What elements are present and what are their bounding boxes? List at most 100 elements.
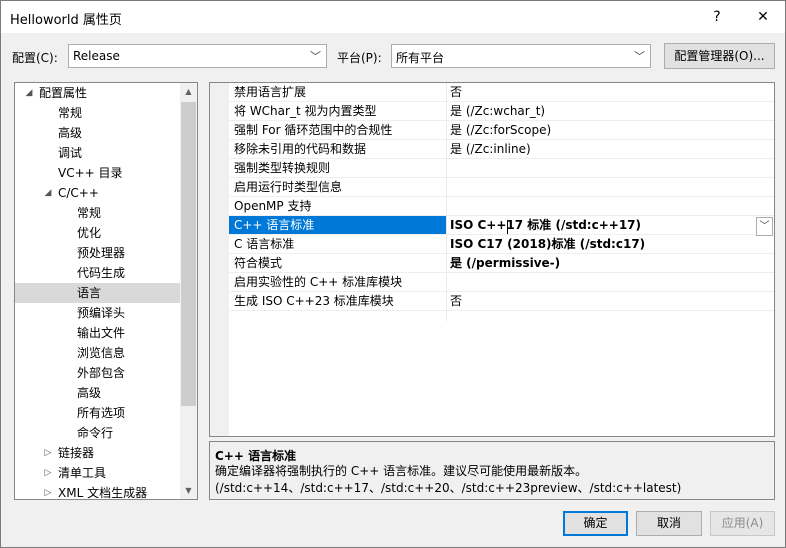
platform-select[interactable]: 所有平台 ﹀ [391,44,651,68]
collapse-arrow-icon[interactable]: ◢ [42,183,54,203]
description-body: 确定编译器将强制执行的 C++ 语言标准。建议尽可能使用最新版本。(/std:c… [215,464,682,495]
property-row[interactable]: 符合模式 是 (/permissive-) [210,254,774,273]
property-value[interactable]: 是 (/Zc:wchar_t) [450,102,545,121]
tree-item-label: 命令行 [77,426,114,440]
tree-item[interactable]: 常规 [15,103,181,123]
tree-item[interactable]: 输出文件 [15,323,181,343]
ok-button[interactable]: 确定 [563,511,628,536]
properties-dialog: Helloworld 属性页 ? ✕ 配置(C): Release ﹀ 平台(P… [0,0,786,548]
tree-item[interactable]: ▷ 清单工具 [15,463,181,483]
property-row[interactable]: 将 WChar_t 视为内置类型 是 (/Zc:wchar_t) [210,102,774,121]
property-value[interactable]: 是 (/Zc:forScope) [450,121,551,140]
tree-item[interactable]: 预编译头 [15,303,181,323]
tree-item-label: C/C++ [58,186,99,200]
property-row[interactable]: 移除未引用的代码和数据 是 (/Zc:inline) [210,140,774,159]
property-row[interactable]: 启用实验性的 C++ 标准库模块 [210,273,774,292]
tree-item[interactable]: 语言 [15,283,181,303]
tree-item[interactable]: 命令行 [15,423,181,443]
tree-item[interactable]: ▷ 链接器 [15,443,181,463]
tree-item-label: 配置属性 [39,86,88,100]
scroll-thumb[interactable] [181,102,196,406]
property-row[interactable]: 生成 ISO C++23 标准库模块 否 [210,292,774,311]
tree-item[interactable]: 高级 [15,123,181,143]
tree-item[interactable]: 外部包含 [15,363,181,383]
config-select[interactable]: Release ﹀ [68,44,327,68]
property-value[interactable]: 是 (/permissive-) [450,254,560,273]
property-tree: ◢ 配置属性 常规 高级 调试 VC++ 目录 ◢ C/C++ 常规 优化 预处理器 代码生成 语言 预编… [14,82,198,500]
property-value[interactable]: 否 [450,292,462,311]
config-manager-button[interactable]: 配置管理器(O)... [664,43,775,69]
collapse-arrow-icon[interactable]: ◢ [23,83,35,103]
property-row[interactable]: C 语言标准 ISO C17 (2018)标准 (/std:c17) [210,235,774,254]
tree-item-label: 语言 [77,286,102,300]
config-select-value: Release [73,49,120,63]
platform-label: 平台(P): [337,51,382,65]
tree-item[interactable]: 预处理器 [15,243,181,263]
property-name: C++ 语言标准 [234,218,315,232]
property-name: 移除未引用的代码和数据 [234,142,367,156]
property-row[interactable]: OpenMP 支持 [210,197,774,216]
chevron-down-icon: ﹀ [310,50,321,63]
description-panel: C++ 语言标准 确定编译器将强制执行的 C++ 语言标准。建议尽可能使用最新版… [209,441,775,500]
property-name: 强制 For 循环范围中的合规性 [234,123,393,137]
scroll-up-icon[interactable]: ▲ [180,83,197,100]
tree-item[interactable]: ◢ 配置属性 [15,83,181,103]
apply-button[interactable]: 应用(A) [710,511,775,536]
tree-item-label: 常规 [58,106,83,120]
tree-item-label: 链接器 [58,446,95,460]
property-value[interactable]: ISO C++17 标准 (/std:c++17) [450,216,641,235]
expand-arrow-icon[interactable]: ▷ [42,443,54,463]
property-grid: 禁用语言扩展否将 WChar_t 视为内置类型是 (/Zc:wchar_t) 强制… [209,82,775,437]
tree-item[interactable]: 高级 [15,383,181,403]
tree-item[interactable]: 调试 [15,143,181,163]
tree-item-label: 预处理器 [77,246,126,260]
expand-arrow-icon[interactable]: ▷ [42,483,54,499]
property-name: OpenMP 支持 [234,199,312,213]
property-name: C 语言标准 [234,237,295,251]
tree-item[interactable]: 代码生成 [15,263,181,283]
tree-item[interactable]: ▷ XML 文档生成器 [15,483,181,500]
tree-item-label: 优化 [77,226,102,240]
property-row[interactable]: 启用运行时类型信息 [210,178,774,197]
scroll-down-icon[interactable]: ▼ [180,482,197,499]
chevron-down-icon[interactable]: ﹀ [756,217,773,236]
title-bar: Helloworld 属性页 ? ✕ [1,1,785,33]
tree-item-label: 常规 [77,206,102,220]
tree-item-label: 调试 [58,146,83,160]
property-name: 禁用语言扩展 [234,85,307,99]
property-name: 启用实验性的 C++ 标准库模块 [234,275,403,289]
property-row[interactable]: 强制 For 循环范围中的合规性 是 (/Zc:forScope) [210,121,774,140]
tree-item-label: XML 文档生成器 [58,486,148,500]
property-value[interactable]: 否 [450,83,462,102]
tree-item[interactable]: 所有选项 [15,403,181,423]
tree-item-label: 高级 [58,126,83,140]
window-title: Helloworld 属性页 [10,13,122,28]
tree-item-label: 所有选项 [77,406,126,420]
text-cursor [507,220,508,234]
property-name: 符合模式 [234,256,283,270]
config-label: 配置(C): [12,51,58,65]
tree-item-label: 高级 [77,386,102,400]
tree-scrollbar[interactable]: ▲ ▼ [180,83,197,499]
tree-item[interactable]: VC++ 目录 [15,163,181,183]
tree-item-label: VC++ 目录 [58,166,123,180]
property-name: 强制类型转换规则 [234,161,331,175]
expand-arrow-icon[interactable]: ▷ [42,463,54,483]
tree-item[interactable]: ◢ C/C++ [15,183,181,203]
tree-item[interactable]: 优化 [15,223,181,243]
property-row[interactable]: 强制类型转换规则 [210,159,774,178]
tree-item-label: 浏览信息 [77,346,126,360]
help-button[interactable]: ? [695,1,739,33]
cancel-button[interactable]: 取消 [636,511,702,536]
property-value[interactable]: 是 (/Zc:inline) [450,140,531,159]
tree-item-label: 代码生成 [77,266,126,280]
close-button[interactable]: ✕ [741,1,785,33]
tree-item-label: 清单工具 [58,466,107,480]
tree-item[interactable]: 常规 [15,203,181,223]
property-row[interactable]: C++ 语言标准 ISO C++17 标准 (/std:c++17) [210,216,774,235]
tree-item-label: 输出文件 [77,326,126,340]
property-row[interactable]: 禁用语言扩展 否 [210,83,774,102]
chevron-down-icon: ﹀ [634,50,645,63]
tree-item[interactable]: 浏览信息 [15,343,181,363]
property-value[interactable]: ISO C17 (2018)标准 (/std:c17) [450,235,645,254]
